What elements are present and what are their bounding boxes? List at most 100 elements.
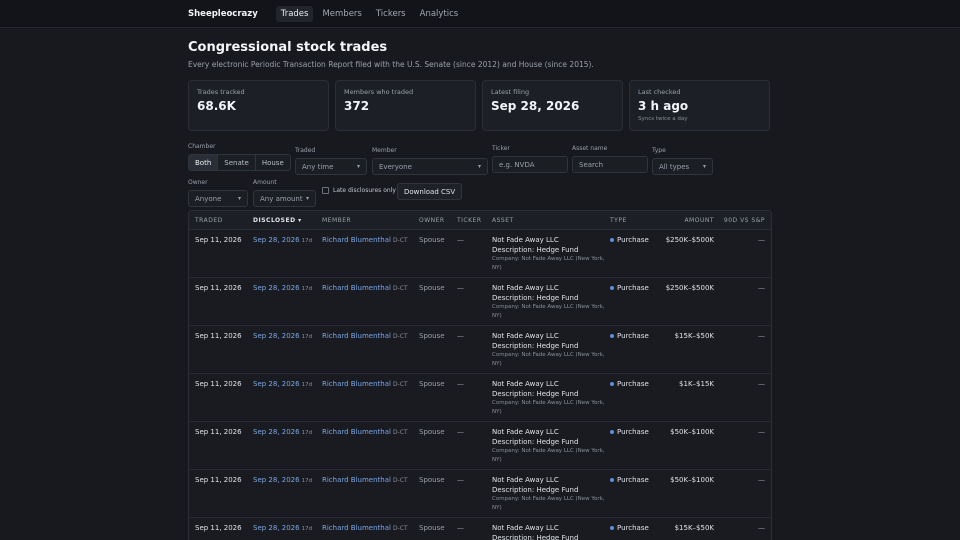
- member-link[interactable]: Richard Blumenthal D-CT: [322, 380, 408, 388]
- header-type[interactable]: TYPE: [610, 217, 627, 224]
- amount-value: Any amount: [260, 194, 303, 203]
- header-disclosed[interactable]: DISCLOSED ▾: [253, 217, 302, 224]
- asset-cell: Not Fade Away LLC Description: Hedge Fund…: [492, 428, 607, 464]
- disclosed-date-link[interactable]: Sep 28, 2026 17d: [253, 236, 312, 244]
- nav-trades[interactable]: Trades: [275, 5, 314, 22]
- disclosure-lag: 17d: [301, 238, 313, 244]
- brand-logo[interactable]: Sheepleocrazy: [188, 9, 258, 19]
- type-label: Type: [652, 147, 666, 154]
- ticker-value: —: [457, 236, 464, 244]
- table-row[interactable]: Sep 11, 2026 Sep 28, 2026 17d Richard Blume…: [189, 278, 771, 326]
- disclosure-lag: 17d: [301, 430, 313, 436]
- chamber-both-button[interactable]: Both: [189, 155, 219, 170]
- asset-description: Description: Hedge Fund: [492, 245, 579, 254]
- ticker-value: —: [457, 476, 464, 484]
- header-traded[interactable]: TRADED: [195, 217, 223, 224]
- owner-value: Spouse: [419, 236, 445, 244]
- nav-tickers[interactable]: Tickers: [371, 6, 411, 22]
- table-row[interactable]: Sep 11, 2026 Sep 28, 2026 17d Richard Blume…: [189, 326, 771, 374]
- disclosed-date-link[interactable]: Sep 28, 2026 17d: [253, 380, 312, 388]
- type-filter: Type All types ▾: [652, 147, 713, 175]
- member-link[interactable]: Richard Blumenthal D-CT: [322, 524, 408, 532]
- header-member[interactable]: MEMBER: [322, 217, 351, 224]
- member-link[interactable]: Richard Blumenthal D-CT: [322, 236, 408, 244]
- type-cell: Purchase: [610, 332, 649, 340]
- table-row[interactable]: Sep 11, 2026 Sep 28, 2026 17d Richard Blume…: [189, 374, 771, 422]
- header-owner[interactable]: OWNER: [419, 217, 445, 224]
- chevron-down-icon: ▾: [477, 163, 481, 170]
- checkbox-box[interactable]: [322, 187, 329, 194]
- asset-company: Company: Not Fade Away LLC (New York, NY…: [492, 304, 605, 319]
- member-party: D-CT: [392, 237, 408, 244]
- amount-filter: Amount Any amount ▾: [253, 179, 316, 207]
- type-value: Purchase: [617, 332, 649, 340]
- table-row[interactable]: Sep 11, 2026 Sep 28, 2026 17d Richard Blume…: [189, 470, 771, 518]
- asset-search-input[interactable]: Search: [572, 156, 648, 173]
- purchase-dot-icon: [610, 526, 614, 530]
- ticker-value: —: [457, 380, 464, 388]
- traded-date: Sep 11, 2026: [195, 380, 242, 388]
- disclosed-date-link[interactable]: Sep 28, 2026 17d: [253, 428, 312, 436]
- disclosed-date-link[interactable]: Sep 28, 2026 17d: [253, 524, 312, 532]
- table-row[interactable]: Sep 11, 2026 Sep 28, 2026 17d Richard Blume…: [189, 518, 771, 540]
- chevron-down-icon: ▾: [305, 195, 309, 202]
- traded-select[interactable]: Any time ▾: [295, 158, 367, 175]
- member-link[interactable]: Richard Blumenthal D-CT: [322, 284, 408, 292]
- owner-select[interactable]: Anyone ▾: [188, 190, 248, 207]
- ticker-value: —: [457, 332, 464, 340]
- member-party: D-CT: [392, 477, 408, 484]
- asset-company: Company: Not Fade Away LLC (New York, NY…: [492, 400, 605, 415]
- header-90d-vs-sp[interactable]: 90D VS S&P: [724, 217, 765, 224]
- header-asset[interactable]: ASSET: [492, 217, 514, 224]
- member-party: D-CT: [392, 333, 408, 340]
- asset-cell: Not Fade Away LLC Description: Hedge Fund…: [492, 332, 607, 368]
- nav-analytics[interactable]: Analytics: [415, 6, 464, 22]
- table-header: TRADED DISCLOSED ▾ MEMBER OWNER TICKER A…: [189, 211, 771, 230]
- late-disclosures-checkbox[interactable]: Late disclosures only: [322, 187, 396, 194]
- asset-cell: Not Fade Away LLC Description: Hedge Fund…: [492, 380, 607, 416]
- download-csv-button[interactable]: Download CSV: [397, 183, 463, 200]
- nav-members[interactable]: Members: [317, 6, 366, 22]
- asset-name-label: Asset name: [572, 145, 608, 152]
- amount-select[interactable]: Any amount ▾: [253, 190, 316, 207]
- amount-value: $50K–$100K: [670, 428, 714, 436]
- table-row[interactable]: Sep 11, 2026 Sep 28, 2026 17d Richard Blume…: [189, 422, 771, 470]
- chamber-house-button[interactable]: House: [256, 155, 290, 170]
- asset-name: Not Fade Away LLC: [492, 332, 559, 340]
- stat-latest-filing: Latest filing Sep 28, 2026: [482, 80, 623, 131]
- type-value: Purchase: [617, 236, 649, 244]
- asset-description: Description: Hedge Fund: [492, 293, 579, 302]
- header-ticker[interactable]: TICKER: [457, 217, 482, 224]
- amount-value: $15K–$50K: [674, 332, 714, 340]
- ticker-input[interactable]: e.g. NVDA: [492, 156, 568, 173]
- header-amount[interactable]: AMOUNT: [684, 217, 714, 224]
- type-value: Purchase: [617, 476, 649, 484]
- asset-cell: Not Fade Away LLC Description: Hedge Fund…: [492, 524, 607, 540]
- member-link[interactable]: Richard Blumenthal D-CT: [322, 476, 408, 484]
- asset-description: Description: Hedge Fund: [492, 437, 579, 446]
- disclosed-date-link[interactable]: Sep 28, 2026 17d: [253, 284, 312, 292]
- member-select[interactable]: Everyone ▾: [372, 158, 488, 175]
- disclosure-lag: 17d: [301, 334, 313, 340]
- chamber-senate-button[interactable]: Senate: [218, 155, 256, 170]
- type-cell: Purchase: [610, 380, 649, 388]
- disclosed-date-link[interactable]: Sep 28, 2026 17d: [253, 476, 312, 484]
- member-value: Everyone: [379, 162, 412, 171]
- type-select[interactable]: All types ▾: [652, 158, 713, 175]
- member-link[interactable]: Richard Blumenthal D-CT: [322, 428, 408, 436]
- stat-label: Trades tracked: [197, 88, 245, 96]
- type-value: All types: [659, 162, 690, 171]
- table-row[interactable]: Sep 11, 2026 Sep 28, 2026 17d Richard Blume…: [189, 230, 771, 278]
- ticker-filter: Ticker e.g. NVDA: [492, 145, 568, 173]
- owner-value: Spouse: [419, 428, 445, 436]
- type-cell: Purchase: [610, 284, 649, 292]
- member-link[interactable]: Richard Blumenthal D-CT: [322, 332, 408, 340]
- disclosed-date-link[interactable]: Sep 28, 2026 17d: [253, 332, 312, 340]
- page-title: Congressional stock trades: [188, 40, 388, 55]
- traded-date: Sep 11, 2026: [195, 524, 242, 532]
- ticker-value: —: [457, 284, 464, 292]
- asset-cell: Not Fade Away LLC Description: Hedge Fund…: [492, 284, 607, 320]
- page-subtitle: Every electronic Periodic Transaction Re…: [188, 60, 594, 69]
- purchase-dot-icon: [610, 286, 614, 290]
- trades-table: TRADED DISCLOSED ▾ MEMBER OWNER TICKER A…: [188, 210, 772, 540]
